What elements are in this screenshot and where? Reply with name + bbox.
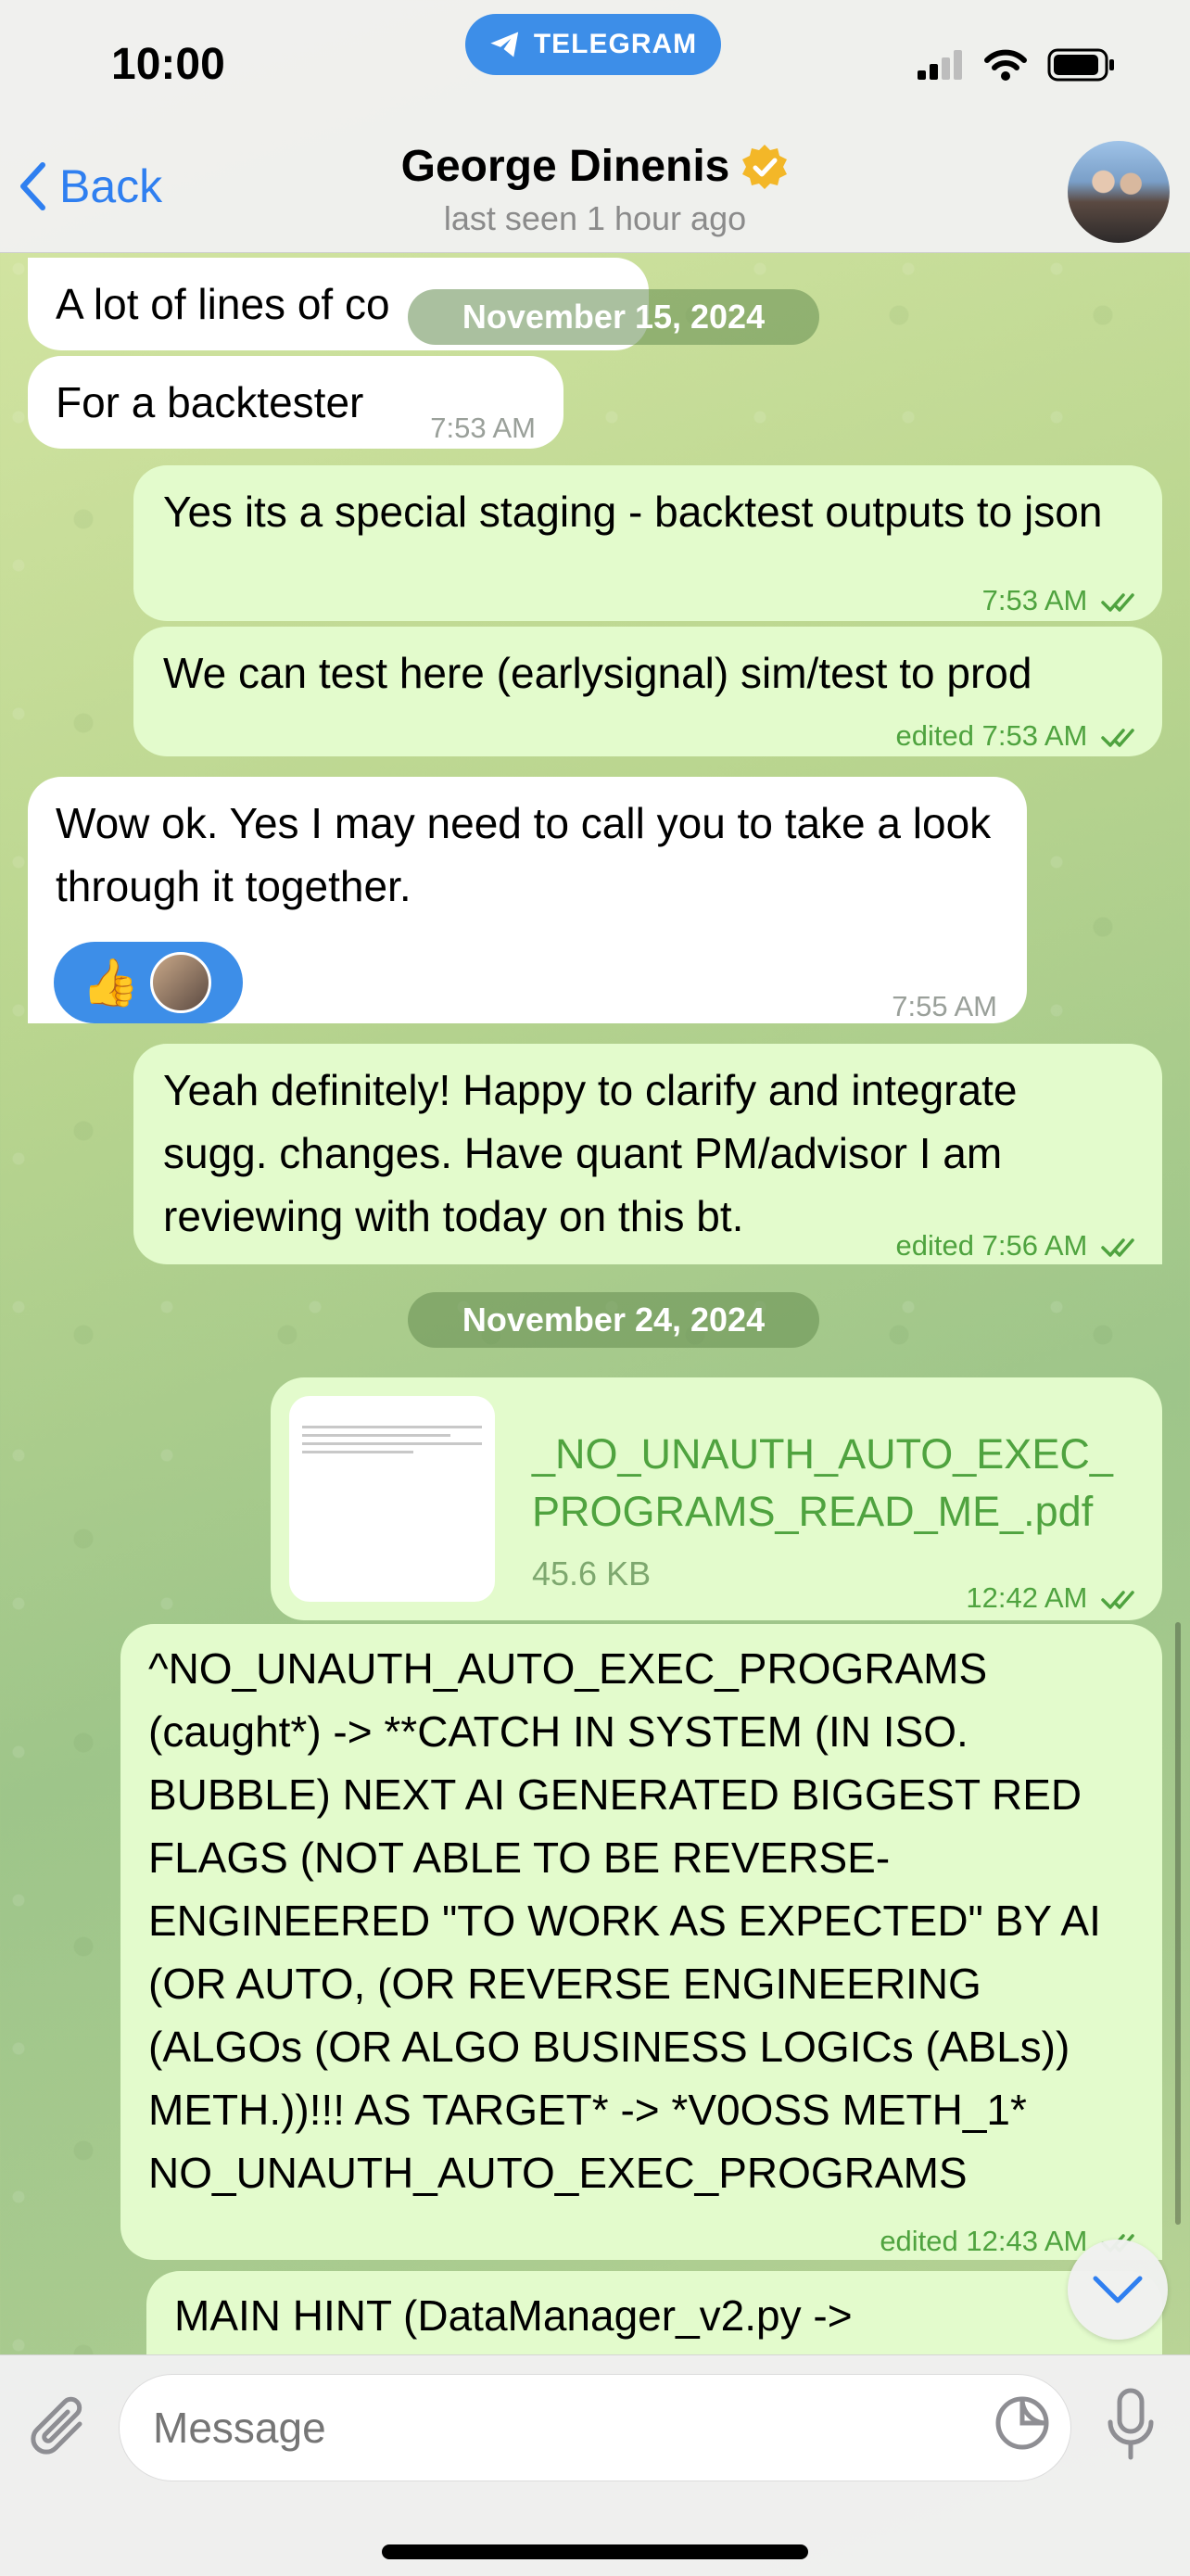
- scroll-down-button[interactable]: [1068, 2240, 1168, 2340]
- reaction-chip[interactable]: 👍: [54, 942, 243, 1023]
- telegram-pill-label: TELEGRAM: [533, 29, 698, 59]
- status-bar: 10:00 TELEGRAM: [0, 0, 1190, 121]
- file-name[interactable]: _NO_UNAUTH_AUTO_EXEC_ PROGRAMS_READ_ME_.…: [532, 1426, 1113, 1541]
- status-icons: [918, 48, 1116, 82]
- message-input[interactable]: [119, 2374, 1071, 2481]
- file-size: 45.6 KB: [532, 1554, 652, 1593]
- telegram-plane-icon: [490, 32, 518, 57]
- contact-info[interactable]: George Dinenis last seen 1 hour ago: [0, 141, 1190, 238]
- message-incoming[interactable]: For a backtester 7:53 AM: [28, 356, 563, 449]
- message-outgoing[interactable]: We can test here (earlysignal) sim/test …: [133, 627, 1162, 756]
- status-time: 10:00: [111, 40, 225, 89]
- double-check-icon: [1101, 729, 1134, 747]
- message-time: 7:53 AM: [430, 412, 536, 444]
- input-bar: [0, 2354, 1190, 2576]
- date-label: November 24, 2024: [462, 1301, 766, 1339]
- telegram-pill[interactable]: TELEGRAM: [465, 14, 721, 75]
- message-time: 12:42 AM: [966, 1581, 1088, 1614]
- message-text: ^NO_UNAUTH_AUTO_EXEC_PROGRAMS (caught*) …: [148, 1644, 1101, 2197]
- date-label: November 15, 2024: [462, 298, 766, 336]
- contact-status: last seen 1 hour ago: [443, 199, 747, 237]
- sticker-icon[interactable]: [994, 2394, 1051, 2452]
- message-text: We can test here (earlysignal) sim/test …: [163, 649, 1032, 697]
- message-text: Yes its a special staging - backtest out…: [163, 488, 1103, 536]
- home-indicator: [382, 2544, 808, 2559]
- message-outgoing[interactable]: ^NO_UNAUTH_AUTO_EXEC_PROGRAMS (caught*) …: [120, 1624, 1162, 2260]
- message-time: edited 7:53 AM: [895, 719, 1088, 752]
- message-outgoing[interactable]: Yeah definitely! Happy to clarify and in…: [133, 1044, 1162, 1264]
- double-check-icon: [1101, 1238, 1134, 1257]
- message-outgoing[interactable]: MAIN HINT (DataManager_v2.py ->: [146, 2271, 1162, 2354]
- message-time: edited 7:56 AM: [895, 1229, 1088, 1262]
- chat-header: Back George Dinenis last seen 1 hour ago: [0, 121, 1190, 253]
- chevron-down-icon: [1093, 2276, 1143, 2303]
- message-text: For a backtester: [56, 378, 364, 426]
- wifi-icon: [984, 49, 1027, 81]
- message-text: A lot of lines of co: [56, 280, 390, 328]
- double-check-icon: [1101, 1591, 1134, 1609]
- battery-icon: [1047, 48, 1114, 82]
- message-text: MAIN HINT (DataManager_v2.py ->: [174, 2291, 853, 2340]
- message-time: 7:55 AM: [892, 990, 997, 1022]
- message-time: edited 12:43 AM: [880, 2225, 1088, 2257]
- microphone-icon[interactable]: [1103, 2387, 1158, 2465]
- date-separator: November 24, 2024: [408, 1292, 819, 1348]
- date-separator: November 15, 2024: [408, 289, 819, 345]
- thumbs-up-icon: 👍: [82, 957, 140, 1009]
- paperclip-icon[interactable]: [26, 2391, 93, 2465]
- file-thumbnail[interactable]: [289, 1396, 495, 1602]
- message-text: Yeah definitely! Happy to clarify and in…: [163, 1066, 1018, 1240]
- contact-name: George Dinenis: [400, 142, 730, 191]
- message-text: Wow ok. Yes I may need to call you to ta…: [56, 799, 992, 910]
- file-message[interactable]: _NO_UNAUTH_AUTO_EXEC_ PROGRAMS_READ_ME_.…: [271, 1377, 1162, 1620]
- message-outgoing[interactable]: Yes its a special staging - backtest out…: [133, 465, 1162, 621]
- signal-icon: [918, 50, 962, 80]
- scrollbar[interactable]: [1175, 1622, 1181, 2225]
- reaction-avatar: [150, 952, 212, 1013]
- message-incoming[interactable]: Wow ok. Yes I may need to call you to ta…: [28, 777, 1027, 1023]
- verified-badge-icon: [742, 144, 788, 189]
- message-time: 7:53 AM: [981, 584, 1088, 616]
- double-check-icon: [1101, 593, 1134, 612]
- avatar[interactable]: [1068, 141, 1170, 243]
